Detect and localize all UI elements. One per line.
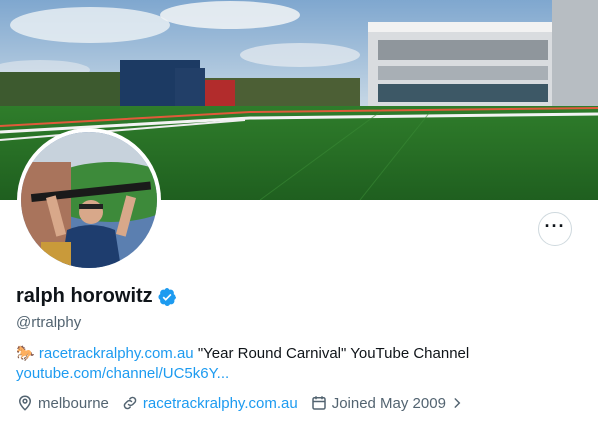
verified-badge-icon[interactable] [157, 287, 177, 307]
horse-emoji: 🐎 [16, 345, 35, 362]
bio-youtube-link[interactable]: youtube.com/channel/UC5k6Y... [16, 365, 229, 382]
profile-bio: 🐎 racetrackralphy.com.au "Year Round Car… [16, 344, 576, 384]
website-item[interactable]: racetrackralphy.com.au [121, 394, 298, 412]
avatar-photo [21, 132, 157, 268]
profile-meta-row: melbourne racetrackralphy.com.au Joined … [16, 394, 476, 412]
joined-text: Joined May 2009 [331, 394, 446, 412]
website-link[interactable]: racetrackralphy.com.au [143, 395, 298, 412]
user-handle: @rtralphy [16, 314, 82, 331]
more-icon: ··· [544, 216, 566, 236]
name-row: ralph horowitz [16, 285, 177, 308]
chevron-right-icon [454, 398, 461, 408]
calendar-icon [311, 396, 326, 410]
bio-text: "Year Round Carnival" YouTube Channel [193, 345, 470, 362]
joined-item[interactable]: Joined May 2009 [310, 394, 464, 412]
more-button[interactable]: ··· [538, 212, 572, 246]
profile-avatar[interactable] [17, 128, 161, 272]
location-item: melbourne [16, 394, 109, 412]
location-text: melbourne [38, 394, 109, 412]
bio-website-link[interactable]: racetrackralphy.com.au [39, 345, 194, 362]
display-name: ralph horowitz [16, 285, 153, 307]
link-icon [123, 396, 137, 410]
location-pin-icon [18, 395, 32, 411]
